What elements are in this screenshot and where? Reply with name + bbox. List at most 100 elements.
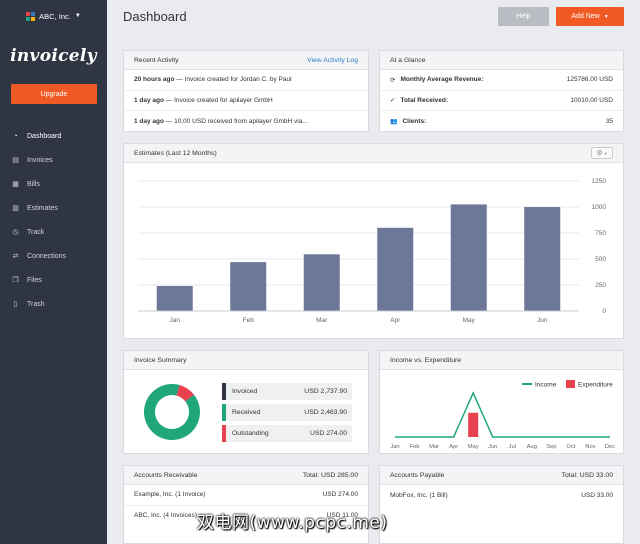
at-a-glance-panel: At a Glance ⟳ Monthly Average Revenue: 12… [379,50,624,132]
chevron-down-icon: ▼ [74,13,81,19]
x-tick-label: Sep [546,444,556,450]
invoiced-color-bar [222,383,226,400]
payable-value: USD 33.00 [581,491,613,499]
receivable-name: Example, Inc. (1 Invoice) [134,491,206,499]
glance-value: 10010,00 USD [570,96,613,104]
receivable-name: ABC, Inc. (4 Invoices) [134,512,197,520]
x-tick-label: Jun [537,317,548,324]
estimate-icon: ▥ [12,205,19,212]
sidebar-item-dashboard[interactable]: ◔ Dashboard [0,124,107,148]
add-new-label: Add New [571,13,600,20]
company-switcher[interactable]: ABC, Inc. ▼ [0,0,107,32]
activity-row[interactable]: 1 day ago — Invoice created for apilayer… [124,91,368,111]
sidebar-item-files[interactable]: ❐ Files [0,268,107,292]
accounts-payable-panel: Accounts Payable Total: USD 33.00 MobFox… [379,465,624,544]
x-tick-label: Dec [605,444,615,450]
activity-text: — Invoice created for apilayer GmbH [163,96,273,104]
recent-activity-title: Recent Activity [134,56,179,64]
sidebar-item-label: Invoices [27,156,53,164]
company-name: ABC, Inc. [39,11,71,21]
y-tick-label: 1250 [592,178,607,185]
summary-value: USD 2,737.90 [304,388,347,395]
receivable-row[interactable]: Example, Inc. (1 Invoice) USD 274.00 [124,485,368,506]
expenditure-legend-swatch [566,380,575,388]
x-tick-label: May [463,317,476,324]
x-tick-label: Jan [170,317,181,324]
y-tick-label: 1000 [592,204,607,211]
help-button[interactable]: Help [498,7,549,26]
gear-icon: ⚙ [596,150,603,157]
receivable-title: Accounts Receivable [134,471,198,479]
sidebar-item-estimates[interactable]: ▥ Estimates [0,196,107,220]
glance-row: 👥 Clients: 35 [380,111,623,132]
add-new-button[interactable]: Add New ▼ [556,7,624,26]
payable-total: Total: USD 33.00 [561,471,613,479]
invoice-summary-title: Invoice Summary [134,356,187,364]
users-icon: 👥 [390,118,398,125]
app-logo: invoicely [10,46,97,66]
recent-activity-panel: Recent Activity View Activity Log 20 hou… [123,50,369,132]
x-tick-label: Mar [429,444,439,450]
glance-label: Monthly Average Revenue: [400,76,484,84]
bill-icon: ▦ [12,181,19,188]
x-tick-label: May [468,444,479,450]
glance-row: ⟳ Monthly Average Revenue: 125786,00 USD [380,70,623,91]
summary-received: Received USD 2,463.90 [222,404,352,421]
sidebar-item-trash[interactable]: ▯ Trash [0,292,107,316]
upgrade-button[interactable]: Upgrade [11,84,97,104]
outstanding-color-bar [222,425,226,442]
activity-text: — 10,00 USD received from apilayer GmbH … [163,117,308,125]
activity-time: 1 day ago [134,96,164,104]
summary-invoiced: Invoiced USD 2,737.90 [222,383,352,400]
activity-time: 1 day ago [134,117,164,125]
activity-row[interactable]: 1 day ago — 10,00 USD received from apil… [124,111,368,132]
x-tick-label: Aug [527,444,537,450]
sidebar-item-label: Files [27,276,42,284]
y-tick-label: 750 [595,230,606,237]
view-activity-log-link[interactable]: View Activity Log [307,57,358,64]
invoice-icon: ▤ [12,157,19,164]
sidebar-item-bills[interactable]: ▦ Bills [0,172,107,196]
summary-value: USD 2,463.90 [304,409,347,416]
trash-icon: ▯ [13,301,18,308]
chart-settings-button[interactable]: ⚙ ▼ [591,147,613,159]
x-tick-label: Mar [316,317,328,324]
received-color-bar [222,404,226,421]
activity-time: 20 hours ago [134,76,175,84]
sidebar-item-label: Estimates [27,204,58,212]
income-expenditure-panel: Income vs. Expenditure Income Expenditure… [379,350,624,454]
glance-label: Clients: [402,117,427,125]
summary-outstanding: Outstanding USD 274.00 [222,425,352,442]
x-tick-label: Jun [488,444,497,450]
x-tick-label: Oct [566,444,575,450]
files-icon: ❐ [12,277,19,284]
sidebar-item-connections[interactable]: ⇄ Connections [0,244,107,268]
bar-mar [303,254,340,311]
expenditure-bar [468,412,479,437]
bar-may [450,204,487,311]
chevron-down-icon: ▼ [603,150,608,156]
activity-row[interactable]: 20 hours ago — Invoice created for Jorda… [124,70,368,91]
income-expenditure-chart: Income Expenditure Jan Feb Mar Apr May Jun Jul Au… [390,380,615,450]
x-tick-label: Apr [390,317,401,324]
payable-row[interactable]: MobFox, Inc. (1 Bill) USD 33.00 [380,485,623,506]
activity-text: — Invoice created for Jordan C. by Paul [174,76,292,84]
sidebar-item-label: Trash [27,300,45,308]
y-tick-label: 500 [595,256,606,263]
glance-row: ✓ Total Received: 10010,00 USD [380,91,623,111]
bar-jun [524,207,561,311]
at-a-glance-title: At a Glance [390,56,426,64]
x-tick-label: Apr [449,444,458,450]
summary-label: Outstanding [232,430,269,437]
sidebar-item-track[interactable]: ◷ Track [0,220,107,244]
estimates-title: Estimates (Last 12 Months) [134,149,217,157]
x-tick-label: Jan [390,444,399,450]
track-icon: ◷ [12,229,19,236]
watermark: 双电网(www.pcpc.me) [197,513,388,533]
estimates-panel: Estimates (Last 12 Months) ⚙ ▼ 0 250 500 750… [123,143,624,339]
connections-icon: ⇄ [12,253,19,260]
sidebar-item-invoices[interactable]: ▤ Invoices [0,148,107,172]
summary-value: USD 274.00 [309,430,347,437]
chevron-down-icon: ▼ [603,13,609,20]
refresh-icon: ⟳ [390,76,396,84]
